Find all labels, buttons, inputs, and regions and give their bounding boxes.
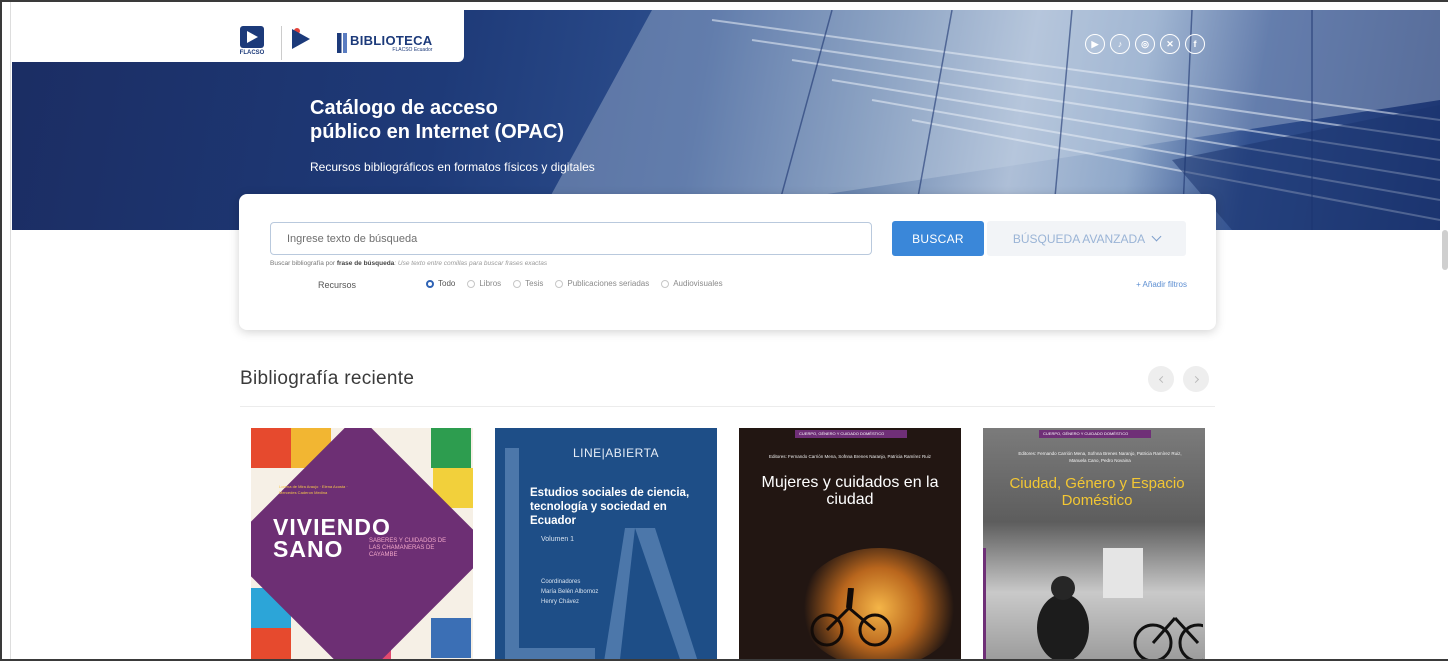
book-cover-ciudad-genero[interactable]: CUERPO, GÉNERO Y CUIDADO DOMÉSTICO Edito…	[983, 428, 1205, 659]
street-scene-illustration	[1037, 548, 1203, 659]
instagram-icon[interactable]: ◎	[1135, 34, 1155, 54]
chevron-left-icon	[1158, 375, 1166, 383]
x-icon[interactable]: ✕	[1160, 34, 1180, 54]
radio-unselected-icon	[513, 279, 522, 288]
radio-unselected-icon	[555, 279, 564, 288]
book-title: Estudios sociales de ciencia, tecnología…	[530, 487, 690, 527]
page-title-line2: público en Internet (OPAC)	[310, 121, 565, 143]
search-input[interactable]	[270, 222, 872, 255]
book-title-line2: SANO	[273, 536, 344, 562]
biblioteca-logo-text: BIBLIOTECA	[350, 32, 433, 48]
flacso-mark-icon	[240, 26, 264, 48]
chevron-down-icon	[1151, 231, 1162, 242]
book-editors: Editores: Fernando Carrión Mena, Sofnna …	[768, 454, 932, 459]
book-volume: Volumen 1	[541, 536, 575, 543]
radio-label: Libros	[479, 279, 502, 288]
radio-tesis[interactable]: Tesis	[513, 279, 543, 288]
flacso-logo[interactable]: FLACSO	[237, 26, 267, 60]
search-hint-bold: frase de búsqueda	[336, 260, 395, 267]
cover-purple-edge	[983, 548, 986, 659]
youtube-icon[interactable]: ▶	[1085, 34, 1105, 54]
carousel-prev-button[interactable]	[1148, 366, 1174, 392]
tiktok-icon[interactable]: ♪	[1110, 34, 1130, 54]
header-logos[interactable]: FLACSO BIBLIOTECA FLACSO Ecuador	[237, 22, 432, 64]
search-hint-prefix: Buscar bibliografía por	[270, 260, 337, 267]
facebook-icon[interactable]: f	[1185, 34, 1205, 54]
radio-selected-icon	[426, 279, 434, 288]
book-cover-viviendo-sano[interactable]: Lorena de Mira Araujo · Elena Acosta · M…	[251, 428, 473, 659]
radio-audiovisuales[interactable]: Audiovisuales	[661, 279, 723, 288]
radio-publicaciones[interactable]: Publicaciones seriadas	[555, 279, 649, 288]
book-series-band: CUERPO, GÉNERO Y CUIDADO DOMÉSTICO	[1039, 430, 1151, 438]
browser-frame: FLACSO BIBLIOTECA FLACSO Ecuador ▶ ♪ ◎ ✕…	[0, 0, 1448, 661]
anniversary-arrow-icon	[292, 29, 310, 49]
book-authors: Lorena de Mira Araujo · Elena Acosta · M…	[279, 484, 348, 495]
carousel-next-button[interactable]	[1183, 366, 1209, 392]
search-hint-italic: : Use texto entre comillas para buscar f…	[394, 260, 548, 267]
bicycle-illustration	[810, 588, 892, 647]
book-subtitle: SABERES Y CUIDADOS DE LAS CHAMANERAS DE …	[369, 538, 447, 558]
biblioteca-bars-icon	[337, 33, 347, 53]
page-scrollbar[interactable]	[1442, 230, 1448, 270]
anniversary-logo	[281, 26, 315, 60]
book-coordinators: Coordinadores María Belén Albornoz Henry…	[541, 579, 599, 605]
cover-tile	[251, 428, 291, 468]
radio-label: Todo	[438, 279, 456, 288]
section-title: Bibliografía reciente	[240, 368, 415, 389]
search-card: BUSCAR BÚSQUEDA AVANZADA Buscar bibliogr…	[239, 194, 1216, 330]
add-filters-link[interactable]: + Añadir filtros	[1136, 280, 1187, 289]
book-title: Mujeres y cuidados en la ciudad	[761, 474, 939, 508]
resource-type-radios: Todo Libros Tesis Publicaciones seriadas…	[426, 279, 723, 288]
book-title: Ciudad, Género y Espacio Doméstico	[1009, 475, 1185, 509]
radio-todo[interactable]: Todo	[426, 279, 455, 288]
book-editors: Editores: Fernando Carrión Mena, Sofnna …	[1018, 451, 1182, 463]
social-links: ▶ ♪ ◎ ✕ f	[1085, 34, 1205, 54]
cover-tile	[431, 618, 471, 658]
cover-tile	[251, 628, 291, 659]
radio-unselected-icon	[661, 279, 670, 288]
page-title-line1: Catálogo de acceso	[310, 97, 498, 119]
radio-libros[interactable]: Libros	[467, 279, 501, 288]
chevron-right-icon	[1191, 375, 1199, 383]
cover-tile	[431, 428, 471, 468]
book-series-band: CUERPO, GÉNERO Y CUIDADO DOMÉSTICO	[795, 430, 907, 438]
search-hint: Buscar bibliografía por frase de búsqued…	[270, 260, 547, 267]
radio-label: Tesis	[525, 279, 544, 288]
book-cover-mujeres-cuidados[interactable]: CUERPO, GÉNERO Y CUIDADO DOMÉSTICO Edito…	[739, 428, 961, 659]
radio-label: Audiovisuales	[673, 279, 723, 288]
book-cover-estudios-sociales[interactable]: LINE|ABIERTA Estudios sociales de cienci…	[495, 428, 717, 659]
advanced-search-label: BÚSQUEDA AVANZADA	[1012, 231, 1146, 246]
radio-label: Publicaciones seriadas	[567, 279, 650, 288]
biblioteca-logo[interactable]: BIBLIOTECA FLACSO Ecuador	[329, 26, 432, 60]
page-title: Catálogo de acceso público en Internet (…	[310, 96, 630, 144]
cover-letter-art	[505, 448, 698, 659]
book-series: LINE|ABIERTA	[573, 446, 660, 460]
section-divider	[240, 406, 1215, 407]
flacso-logo-text: FLACSO	[239, 50, 265, 56]
search-button[interactable]: BUSCAR	[892, 221, 984, 256]
page-subtitle: Recursos bibliográficos en formatos físi…	[310, 160, 595, 174]
radio-unselected-icon	[467, 279, 476, 288]
resources-label: Recursos	[318, 280, 357, 290]
advanced-search-button[interactable]: BÚSQUEDA AVANZADA	[987, 221, 1186, 256]
